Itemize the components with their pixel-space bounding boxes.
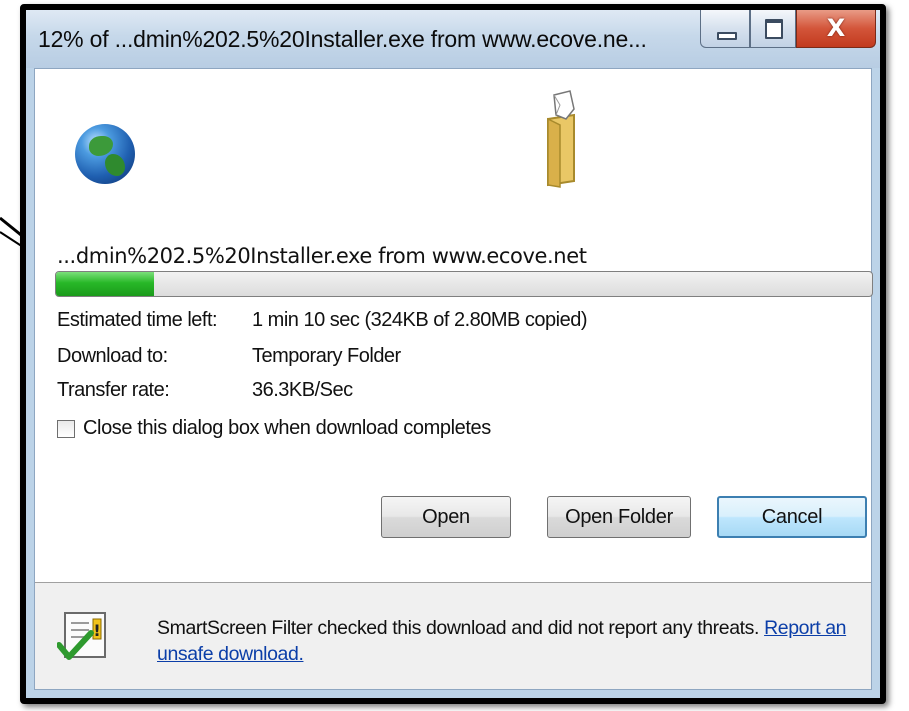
close-on-complete-label[interactable]: Close this dialog box when download comp… <box>83 417 491 440</box>
globe-icon <box>75 124 135 184</box>
smartscreen-shield-icon: ! <box>57 612 106 660</box>
title-bar[interactable]: 12% of ...dmin%202.5%20Installer.exe fro… <box>26 10 880 68</box>
maximize-icon <box>765 19 783 39</box>
estimated-time-row: Estimated time left: 1 min 10 sec (324KB … <box>57 309 588 332</box>
transfer-rate-label: Transfer rate: <box>57 379 170 401</box>
progress-fill <box>56 272 154 296</box>
transfer-rate-value: 36.3KB/Sec <box>252 379 353 401</box>
close-button[interactable]: X <box>796 10 876 48</box>
minimize-button[interactable] <box>700 10 750 48</box>
close-on-complete-option[interactable]: Close this dialog box when download comp… <box>57 417 491 440</box>
download-filename: ...dmin%202.5%20Installer.exe from www.e… <box>57 244 587 268</box>
transfer-rate-row: Transfer rate: 36.3KB/Sec <box>57 379 353 402</box>
minimize-icon <box>717 32 737 40</box>
estimated-time-value: 1 min 10 sec (324KB of 2.80MB copied) <box>252 309 588 331</box>
smartscreen-footer: ! SmartScreen Filter checked this downlo… <box>35 583 871 689</box>
download-to-value: Temporary Folder <box>252 345 401 367</box>
close-on-complete-checkbox[interactable] <box>57 419 75 438</box>
estimated-time-label: Estimated time left: <box>57 309 218 331</box>
download-dialog: 12% of ...dmin%202.5%20Installer.exe fro… <box>20 4 886 704</box>
window-title: 12% of ...dmin%202.5%20Installer.exe fro… <box>38 26 647 52</box>
smartscreen-message: SmartScreen Filter checked this download… <box>157 615 847 667</box>
open-folder-button[interactable]: Open Folder <box>547 496 691 538</box>
smartscreen-text: SmartScreen Filter checked this download… <box>157 617 760 639</box>
folder-icon <box>547 90 575 188</box>
dialog-body: ...dmin%202.5%20Installer.exe from www.e… <box>34 68 873 690</box>
svg-text:!: ! <box>93 621 100 640</box>
download-progress-bar <box>55 271 873 297</box>
cancel-button[interactable]: Cancel <box>717 496 867 538</box>
download-to-row: Download to: Temporary Folder <box>57 345 401 368</box>
download-to-label: Download to: <box>57 345 168 367</box>
open-button[interactable]: Open <box>381 496 511 538</box>
close-icon: X <box>826 14 846 42</box>
maximize-button[interactable] <box>750 10 796 48</box>
